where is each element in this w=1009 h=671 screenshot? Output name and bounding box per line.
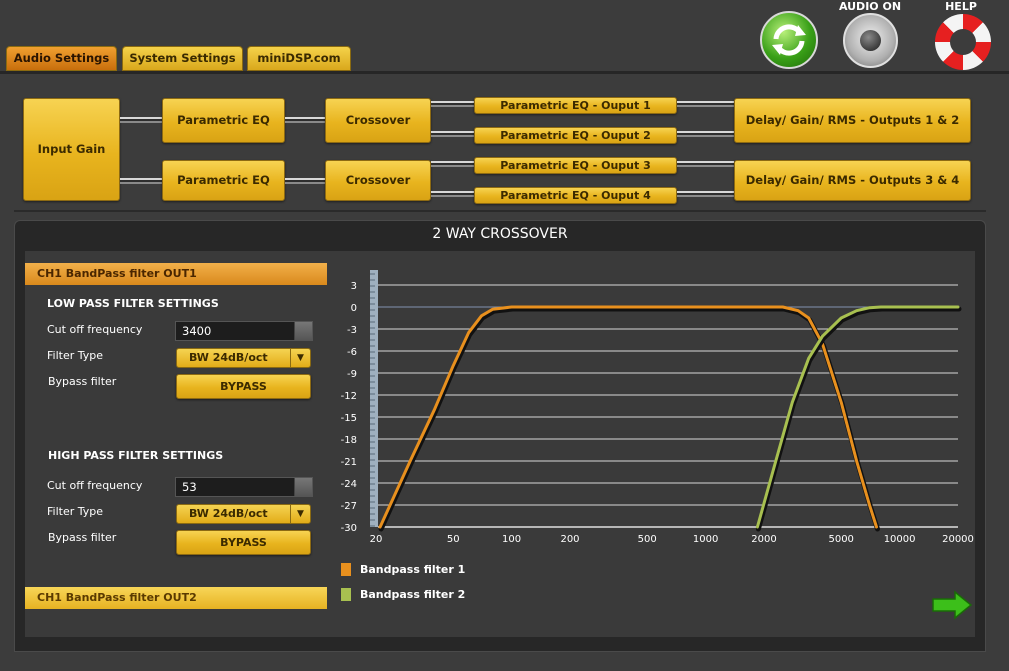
wire: [677, 161, 734, 167]
low-pass-bypass-label: Bypass filter: [48, 375, 117, 388]
low-pass-type-value: BW 24dB/oct: [189, 351, 268, 364]
wire: [431, 161, 474, 167]
high-pass-cutoff-input[interactable]: 53: [175, 477, 313, 497]
legend-swatch-1: [341, 563, 351, 576]
low-pass-cutoff-label: Cut off frequency: [47, 323, 143, 336]
x-tick-label: 500: [638, 534, 657, 545]
x-tick-label: 20: [370, 534, 383, 545]
y-tick-label: -18: [341, 435, 357, 446]
y-tick-label: -15: [341, 413, 357, 424]
delay-gain-rms-block-1[interactable]: Delay/ Gain/ RMS - Outputs 1 & 2: [734, 98, 971, 143]
wire: [431, 131, 474, 137]
high-pass-cutoff-label: Cut off frequency: [47, 479, 143, 492]
crossover-block-2[interactable]: Crossover: [325, 160, 431, 201]
y-tick-label: -3: [347, 325, 357, 336]
panel-title: 2 WAY CROSSOVER: [432, 226, 568, 242]
x-tick-label: 20000: [942, 534, 974, 545]
series-1-shadow: [378, 306, 880, 532]
low-pass-type-select[interactable]: BW 24dB/oct ▼: [176, 348, 311, 368]
x-tick-label: 10000: [884, 534, 916, 545]
audio-on-label: AUDIO ON: [838, 0, 902, 13]
legend-swatch-2: [341, 588, 351, 601]
next-arrow-icon[interactable]: [931, 590, 973, 624]
ch1-out1-header[interactable]: CH1 BandPass filter OUT1: [25, 263, 327, 285]
high-pass-type-value: BW 24dB/oct: [189, 507, 268, 520]
y-tick-label: -6: [347, 347, 357, 358]
y-tick-label: -9: [347, 369, 357, 380]
legend-label-1: Bandpass filter 1: [360, 563, 466, 576]
wire: [431, 191, 474, 197]
chevron-down-icon: ▼: [290, 505, 310, 523]
sync-icon[interactable]: [760, 11, 818, 69]
low-pass-cutoff-input[interactable]: 3400: [175, 321, 313, 341]
x-tick-label: 200: [560, 534, 579, 545]
tab-system-settings[interactable]: System Settings: [122, 46, 243, 71]
y-tick-label: -27: [341, 501, 357, 512]
ch1-out2-header[interactable]: CH1 BandPass filter OUT2: [25, 587, 327, 609]
y-tick-label: 3: [351, 281, 357, 292]
y-tick-label: -30: [341, 523, 357, 534]
x-tick-label: 100: [502, 534, 521, 545]
low-pass-bypass-button[interactable]: BYPASS: [176, 374, 311, 399]
high-pass-type-select[interactable]: BW 24dB/oct ▼: [176, 504, 311, 524]
x-tick-label: 2000: [751, 534, 776, 545]
y-tick-label: -21: [341, 457, 357, 468]
low-pass-type-label: Filter Type: [47, 349, 104, 362]
wire: [677, 191, 734, 197]
wire: [120, 117, 162, 123]
parametric-eq-output-1[interactable]: Parametric EQ - Ouput 1: [474, 97, 677, 114]
low-pass-heading: LOW PASS FILTER SETTINGS: [47, 297, 219, 310]
help-label: HELP: [945, 0, 977, 13]
parametric-eq-block-2[interactable]: Parametric EQ: [162, 160, 285, 201]
input-gain-block[interactable]: Input Gain: [23, 98, 120, 201]
chevron-down-icon: ▼: [290, 349, 310, 367]
high-pass-heading: HIGH PASS FILTER SETTINGS: [48, 449, 224, 462]
x-tick-label: 50: [447, 534, 460, 545]
x-tick-label: 5000: [828, 534, 853, 545]
x-tick-label: 1000: [693, 534, 718, 545]
high-pass-bypass-button[interactable]: BYPASS: [176, 530, 311, 555]
tab-audio-settings[interactable]: Audio Settings: [6, 46, 117, 71]
crossover-chart: 3 0 -3 -6 -9 -12 -15 -18 -21 -24 -27 -30 20 50 100 200 5…: [341, 270, 974, 545]
high-pass-bypass-label: Bypass filter: [48, 531, 117, 544]
tab-bar-divider: [0, 71, 1009, 74]
wire: [431, 101, 474, 107]
y-tick-label: -12: [341, 391, 357, 402]
parametric-eq-output-2[interactable]: Parametric EQ - Ouput 2: [474, 127, 677, 144]
wire: [677, 101, 734, 107]
low-pass-cutoff-value: 3400: [182, 324, 212, 338]
speaker-icon[interactable]: [843, 13, 898, 68]
crossover-block-1[interactable]: Crossover: [325, 98, 431, 143]
high-pass-cutoff-value: 53: [182, 480, 197, 494]
spinner-icon[interactable]: [294, 322, 312, 340]
wire: [285, 117, 325, 123]
lifebuoy-icon[interactable]: [935, 14, 991, 70]
spinner-icon[interactable]: [294, 478, 312, 496]
wire: [120, 178, 162, 184]
parametric-eq-output-3[interactable]: Parametric EQ - Ouput 3: [474, 157, 677, 174]
y-tick-label: -24: [341, 479, 357, 490]
delay-gain-rms-block-2[interactable]: Delay/ Gain/ RMS - Outputs 3 & 4: [734, 160, 971, 201]
divider: [14, 210, 986, 212]
legend-label-2: Bandpass filter 2: [360, 588, 466, 601]
parametric-eq-output-4[interactable]: Parametric EQ - Ouput 4: [474, 187, 677, 204]
parametric-eq-block-1[interactable]: Parametric EQ: [162, 98, 285, 143]
high-pass-type-label: Filter Type: [47, 505, 104, 518]
wire: [677, 131, 734, 137]
tab-minidsp[interactable]: miniDSP.com: [247, 46, 351, 71]
wire: [285, 178, 325, 184]
y-axis-ruler: [370, 270, 378, 527]
y-tick-label: 0: [351, 303, 357, 314]
